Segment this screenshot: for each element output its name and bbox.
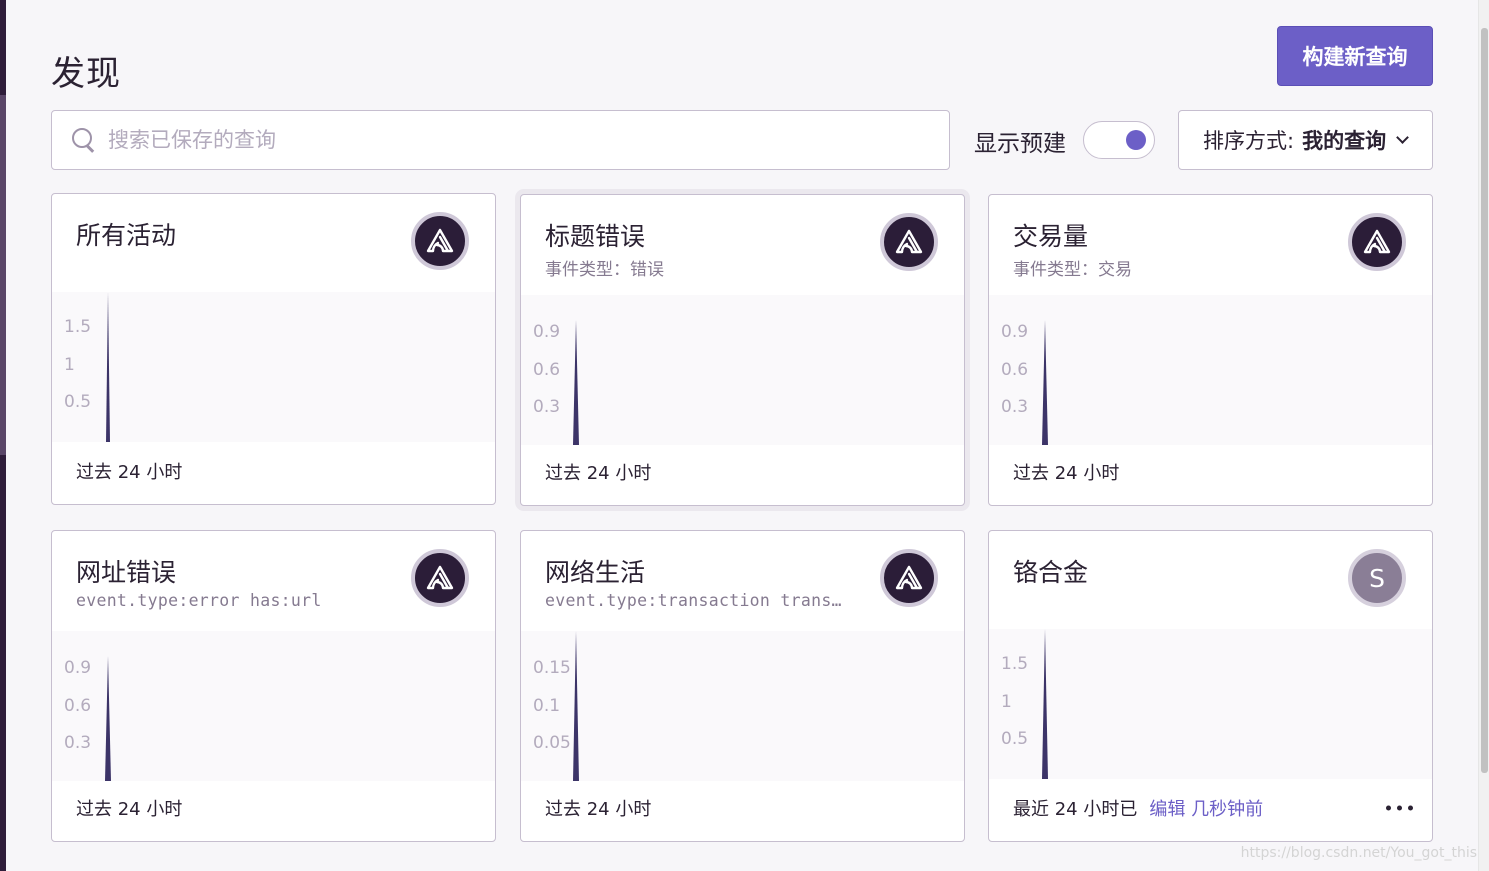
card-title: 铬合金: [1013, 558, 1089, 587]
user-avatar: S: [1348, 549, 1406, 607]
scrollbar-thumb[interactable]: [1481, 28, 1488, 773]
y-tick-label: 0.6: [533, 360, 560, 380]
y-tick-label: 0.9: [533, 322, 560, 342]
card-title: 所有活动: [76, 221, 177, 250]
card-title: 网址错误: [76, 558, 177, 587]
sentry-logo-icon: [411, 212, 469, 270]
watermark: https://blog.csdn.net/You_got_this: [1240, 845, 1477, 861]
card-subtitle: event.type:transaction trans…: [545, 591, 842, 610]
more-actions-icon[interactable]: [1386, 805, 1413, 811]
show-prebuilt-toggle[interactable]: [1083, 121, 1155, 159]
query-card[interactable]: 所有活动 1.5 1 0.5 过去 24 小时: [51, 193, 496, 505]
search-input[interactable]: [108, 128, 908, 152]
sentry-logo-icon: [880, 549, 938, 607]
chart-svg: 0.9 0.6 0.3: [1001, 320, 1048, 445]
y-tick-label: 1: [64, 355, 75, 375]
query-card[interactable]: 标题错误 事件类型：错误 0.9 0.6 0.3 过去 24 小时: [520, 194, 965, 506]
y-tick-label: 0.3: [533, 397, 560, 417]
chart-svg: 0.9 0.6 0.3: [64, 656, 111, 781]
chart-svg: 1.5 1 0.5: [1001, 629, 1048, 779]
chart-svg: 0.15 0.1 0.05: [533, 631, 579, 781]
mini-chart: 1.5 1 0.5: [989, 629, 1432, 779]
y-tick-label: 0.9: [64, 658, 91, 678]
chart-spike: [105, 656, 111, 781]
card-title: 交易量: [1013, 222, 1089, 251]
y-tick-label: 1: [1001, 692, 1012, 712]
mini-chart: 0.9 0.6 0.3: [989, 295, 1432, 445]
chevron-down-icon: [1396, 130, 1409, 144]
discover-page: 发现 构建新查询 显示预建 排序方式: 我的查询 所有活动 1.5 1 0.5 …: [6, 0, 1478, 871]
edited-time-link[interactable]: 编辑 几秒钟前: [1149, 795, 1263, 821]
time-range: 过去 24 小时: [545, 799, 652, 820]
y-tick-label: 0.3: [1001, 397, 1028, 417]
card-footer: 过去 24 小时: [76, 795, 476, 821]
saved-query-search[interactable]: [51, 110, 950, 170]
chart-spike: [573, 631, 579, 781]
chart-svg: 0.9 0.6 0.3: [533, 320, 579, 445]
sort-prefix: 排序方式:: [1203, 129, 1295, 153]
chart-spike: [1042, 629, 1048, 779]
y-tick-label: 1.5: [1001, 654, 1028, 674]
y-tick-label: 0.3: [64, 733, 91, 753]
time-range: 过去 24 小时: [545, 463, 652, 484]
card-footer: 过去 24 小时: [545, 795, 945, 821]
mini-chart: 0.9 0.6 0.3: [521, 295, 964, 445]
query-card[interactable]: 网址错误 event.type:error has:url 0.9 0.6 0.…: [51, 530, 496, 842]
page-title: 发现: [51, 54, 121, 94]
chart-spike: [573, 320, 579, 445]
y-tick-label: 0.05: [533, 733, 571, 753]
search-icon: [72, 128, 96, 152]
query-card[interactable]: 网络生活 event.type:transaction trans… 0.15 …: [520, 530, 965, 842]
query-card[interactable]: 铬合金 S 1.5 1 0.5 最近 24 小时已 编辑 几秒钟前: [988, 530, 1433, 842]
mini-chart: 0.15 0.1 0.05: [521, 631, 964, 781]
y-tick-label: 0.15: [533, 658, 571, 678]
card-subtitle: 事件类型：交易: [1013, 260, 1132, 280]
sentry-logo-icon: [411, 549, 469, 607]
time-range: 最近 24 小时已: [1013, 799, 1138, 820]
y-tick-label: 0.1: [533, 696, 560, 716]
y-tick-label: 0.5: [1001, 729, 1028, 749]
mini-chart: 0.9 0.6 0.3: [52, 631, 495, 781]
query-card[interactable]: 交易量 事件类型：交易 0.9 0.6 0.3 过去 24 小时: [988, 194, 1433, 506]
sentry-logo-icon: [880, 213, 938, 271]
card-subtitle: event.type:error has:url: [76, 591, 322, 610]
show-prebuilt-label: 显示预建: [974, 131, 1066, 157]
chart-svg: 1.5 1 0.5: [64, 292, 110, 442]
card-footer: 过去 24 小时: [545, 459, 945, 485]
card-title: 标题错误: [545, 222, 646, 251]
chart-spike: [106, 292, 110, 442]
sort-value: 我的查询: [1302, 129, 1387, 153]
time-range: 过去 24 小时: [76, 462, 183, 483]
card-footer: 过去 24 小时: [76, 458, 476, 484]
card-footer: 过去 24 小时: [1013, 459, 1413, 485]
time-range: 过去 24 小时: [76, 799, 183, 820]
y-tick-label: 1.5: [64, 317, 91, 337]
time-range: 过去 24 小时: [1013, 463, 1120, 484]
y-tick-label: 0.6: [1001, 360, 1028, 380]
sort-dropdown[interactable]: 排序方式: 我的查询: [1178, 110, 1433, 170]
card-subtitle: 事件类型：错误: [545, 260, 664, 280]
mini-chart: 1.5 1 0.5: [52, 292, 495, 442]
toggle-knob: [1126, 130, 1146, 150]
y-tick-label: 0.9: [1001, 322, 1028, 342]
sentry-logo-icon: [1348, 213, 1406, 271]
y-tick-label: 0.6: [64, 696, 91, 716]
y-tick-label: 0.5: [64, 392, 91, 412]
card-title: 网络生活: [545, 558, 646, 587]
build-new-query-button[interactable]: 构建新查询: [1277, 26, 1433, 86]
page-scrollbar[interactable]: [1478, 0, 1489, 871]
card-footer: 最近 24 小时已 编辑 几秒钟前: [1013, 795, 1413, 821]
chart-spike: [1042, 320, 1048, 445]
